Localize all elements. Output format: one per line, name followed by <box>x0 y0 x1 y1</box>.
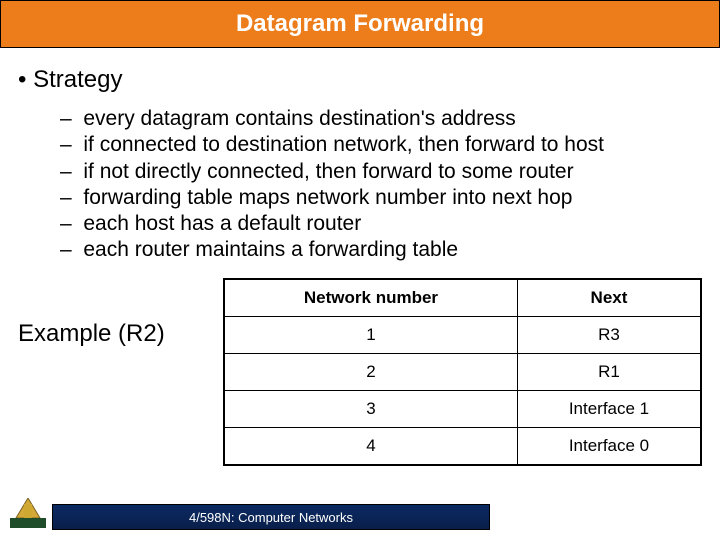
sub-bullet-text: if connected to destination network, the… <box>83 133 604 156</box>
slide-title: Datagram Forwarding <box>236 10 484 38</box>
forwarding-table: Network number Next 1 R3 2 R1 3 Interfac… <box>223 278 702 466</box>
example-section: Example (R2) Network number Next 1 R3 2 … <box>0 278 720 466</box>
sub-bullet-text: forwarding table maps network number int… <box>83 186 572 209</box>
sub-bullet: – each host has a default router <box>60 211 702 237</box>
table-cell: Interface 1 <box>517 390 701 427</box>
university-logo-icon <box>8 496 48 530</box>
table-row: 2 R1 <box>224 353 701 390</box>
table-row: 3 Interface 1 <box>224 390 701 427</box>
sub-bullet-text: each router maintains a forwarding table <box>83 238 458 261</box>
sub-bullet: – if connected to destination network, t… <box>60 132 702 158</box>
sub-bullet: – forwarding table maps network number i… <box>60 185 702 211</box>
table-header: Next <box>517 279 701 317</box>
sub-bullet: – if not directly connected, then forwar… <box>60 159 702 185</box>
sub-bullet-list: – every datagram contains destination's … <box>60 106 702 264</box>
footer-text: 4/598N: Computer Networks <box>189 510 353 525</box>
sub-bullet-text: every datagram contains destination's ad… <box>83 107 515 130</box>
sub-bullet: – every datagram contains destination's … <box>60 106 702 132</box>
table-cell: 2 <box>224 353 517 390</box>
sub-bullet: – each router maintains a forwarding tab… <box>60 237 702 263</box>
table-cell: R3 <box>517 316 701 353</box>
example-label: Example (R2) <box>18 278 223 348</box>
slide-title-bar: Datagram Forwarding <box>0 0 720 48</box>
slide-content: Strategy – every datagram contains desti… <box>0 48 720 264</box>
table-cell: 3 <box>224 390 517 427</box>
table-header: Network number <box>224 279 517 317</box>
table-row: 4 Interface 0 <box>224 427 701 465</box>
table-header-row: Network number Next <box>224 279 701 317</box>
table-row: 1 R3 <box>224 316 701 353</box>
table-cell: Interface 0 <box>517 427 701 465</box>
sub-bullet-text: each host has a default router <box>83 212 361 235</box>
table-cell: 1 <box>224 316 517 353</box>
slide-footer: 4/598N: Computer Networks <box>0 496 720 530</box>
table-cell: 4 <box>224 427 517 465</box>
sub-bullet-text: if not directly connected, then forward … <box>83 160 573 183</box>
table-cell: R1 <box>517 353 701 390</box>
main-bullet-text: Strategy <box>33 66 122 93</box>
footer-bar: 4/598N: Computer Networks <box>52 504 490 530</box>
main-bullet: Strategy <box>18 66 702 94</box>
